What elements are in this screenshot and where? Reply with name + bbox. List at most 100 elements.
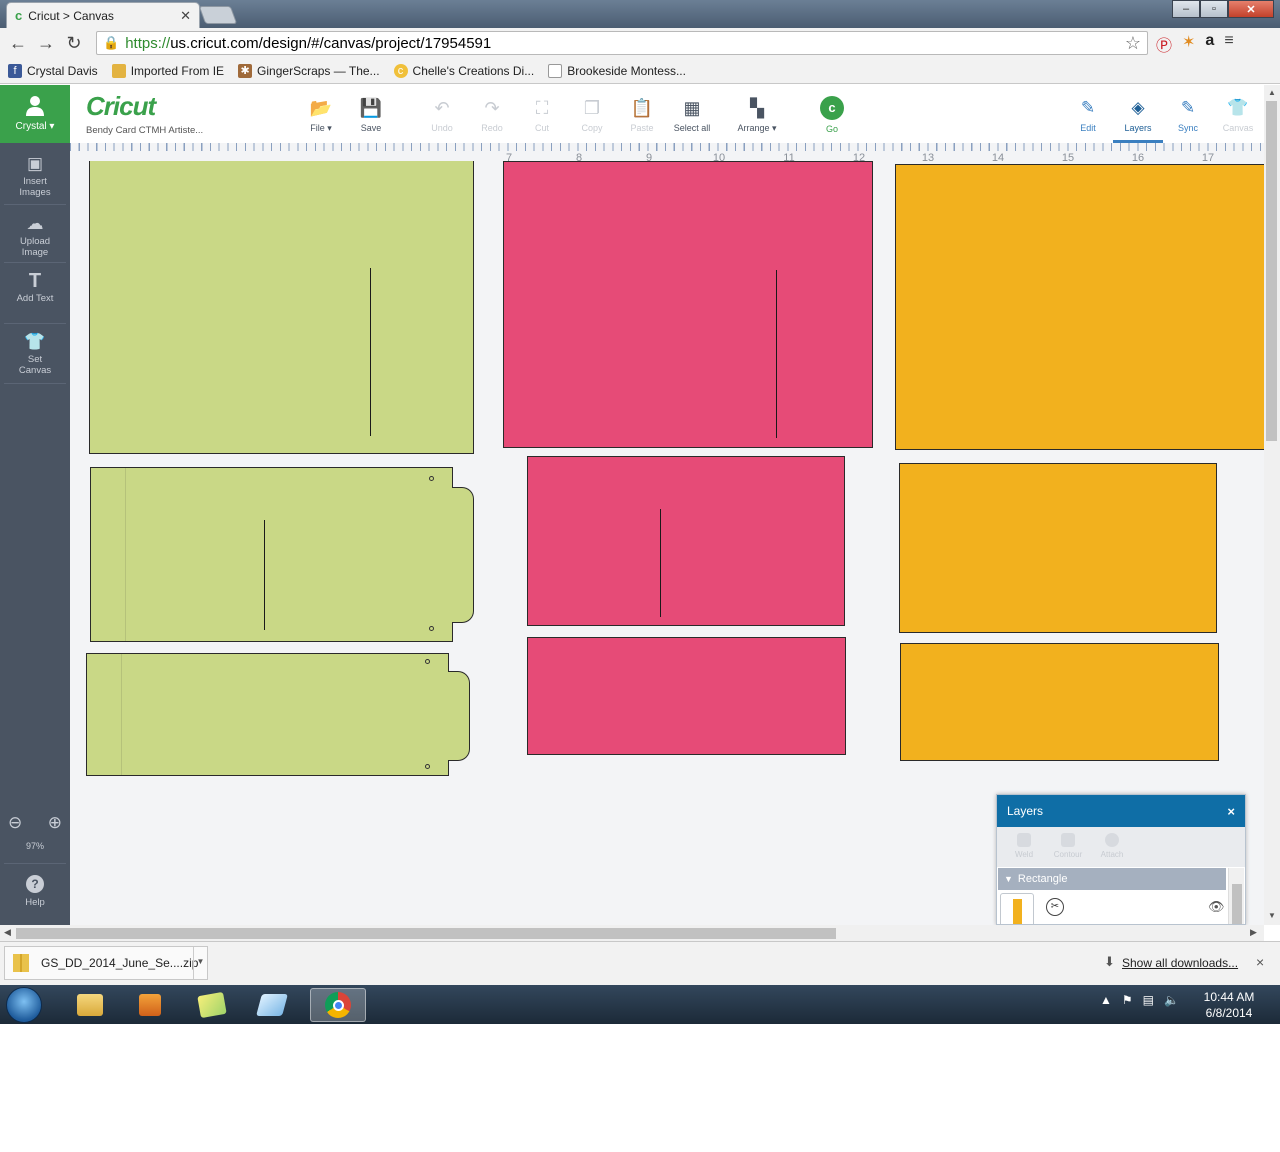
chrome-menu-icon[interactable]: ≡ bbox=[1224, 32, 1233, 56]
zoom-out-icon[interactable]: ⊖ bbox=[8, 813, 22, 833]
explorer-icon[interactable] bbox=[66, 988, 114, 1022]
forward-arrow-icon[interactable]: → bbox=[32, 33, 60, 54]
tool-label: Save bbox=[360, 123, 382, 133]
close-window-button[interactable]: ✕ bbox=[1228, 0, 1274, 18]
bookmark-brookeside[interactable]: Brookeside Montess... bbox=[548, 63, 686, 78]
orange-card-base[interactable] bbox=[895, 164, 1264, 450]
cut-icon[interactable]: ✂ bbox=[1046, 898, 1064, 916]
show-hidden-icons-icon[interactable]: ▲ bbox=[1100, 993, 1112, 1007]
tab-close-icon[interactable]: ✕ bbox=[180, 8, 191, 24]
horizontal-scrollbar[interactable]: ◀ ▶ bbox=[0, 925, 1264, 941]
bookmark-gingerscraps[interactable]: ✱ GingerScraps — The... bbox=[238, 63, 380, 78]
arrange-menu-button[interactable]: ▚ Arrange ▾ bbox=[732, 97, 782, 134]
bookmark-crystal-davis[interactable]: f Crystal Davis bbox=[8, 63, 98, 78]
save-button[interactable]: 💾 Save bbox=[346, 97, 396, 133]
chrome-icon[interactable] bbox=[310, 988, 366, 1022]
punch-hole bbox=[425, 764, 430, 769]
page-icon bbox=[548, 63, 563, 78]
user-menu[interactable]: Crystal ▾ bbox=[0, 85, 70, 143]
paste-button[interactable]: 📋 Paste bbox=[617, 97, 667, 133]
canvas-panel-button[interactable]: 👕 Canvas bbox=[1213, 97, 1263, 133]
contour-button[interactable]: Contour bbox=[1049, 827, 1087, 867]
zoom-in-icon[interactable]: ⊕ bbox=[48, 813, 62, 833]
layers-panel-header[interactable]: Layers × bbox=[997, 795, 1245, 827]
cut-button[interactable]: ⛶ Cut bbox=[517, 97, 567, 133]
bookmark-imported-from-ie[interactable]: Imported From IE bbox=[111, 63, 224, 78]
sticky-notes-icon[interactable] bbox=[188, 988, 236, 1022]
tab-title: Cricut > Canvas bbox=[28, 8, 114, 23]
sidebar-insert-images[interactable]: ▣ Insert Images bbox=[0, 155, 70, 199]
help-button[interactable]: ? Help bbox=[0, 875, 70, 908]
redo-button[interactable]: ↷ Redo bbox=[467, 97, 517, 133]
scrollbar-thumb[interactable] bbox=[16, 928, 836, 939]
download-options-icon[interactable]: ▼ bbox=[193, 947, 207, 979]
downloads-close-icon[interactable]: × bbox=[1256, 954, 1264, 970]
address-bar[interactable]: 🔒 https:// us.cricut.com/design/#/canvas… bbox=[96, 31, 1148, 55]
cricut-logo[interactable]: Cricut bbox=[86, 91, 156, 122]
green-panel-with-tab-1[interactable] bbox=[90, 467, 453, 642]
notepad-icon[interactable] bbox=[248, 988, 296, 1022]
pink-panel-1[interactable] bbox=[527, 456, 845, 626]
attach-button[interactable]: Attach bbox=[1093, 827, 1131, 867]
start-button[interactable] bbox=[6, 987, 42, 1023]
layer-row[interactable]: ✂ 👁 bbox=[998, 890, 1226, 924]
sync-panel-button[interactable]: ✎ Sync bbox=[1163, 97, 1213, 133]
eye-icon[interactable]: 👁 bbox=[1208, 899, 1225, 915]
orange-panel-1[interactable] bbox=[899, 463, 1217, 633]
layers-panel-button[interactable]: ◈ Layers bbox=[1113, 97, 1163, 143]
go-icon: c bbox=[820, 96, 844, 120]
help-icon: ? bbox=[26, 875, 44, 893]
show-all-downloads-link[interactable]: Show all downloads... bbox=[1122, 956, 1238, 970]
scroll-up-icon[interactable]: ▲ bbox=[1268, 88, 1276, 97]
scrollbar-thumb[interactable] bbox=[1266, 101, 1277, 441]
action-center-flag-icon[interactable]: ⚑ bbox=[1122, 993, 1133, 1007]
bookmark-star-icon[interactable]: ☆ bbox=[1125, 33, 1141, 54]
undo-button[interactable]: ↶ Undo bbox=[417, 97, 467, 133]
system-clock[interactable]: 10:44 AM 6/8/2014 bbox=[1196, 989, 1262, 1021]
green-panel-with-tab-2[interactable] bbox=[86, 653, 449, 776]
layers-close-icon[interactable]: × bbox=[1227, 804, 1235, 819]
media-player-icon[interactable] bbox=[126, 988, 174, 1022]
maximize-button[interactable]: ▫ bbox=[1200, 0, 1228, 18]
browser-tab-active[interactable]: c Cricut > Canvas ✕ bbox=[6, 2, 200, 28]
project-name[interactable]: Bendy Card CTMH Artiste... bbox=[86, 125, 203, 136]
gingerbread-icon: ✱ bbox=[238, 63, 253, 78]
layers-scrollbar[interactable] bbox=[1228, 868, 1244, 924]
action-label: Weld bbox=[1014, 850, 1034, 859]
weld-button[interactable]: Weld bbox=[1005, 827, 1043, 867]
reload-icon[interactable]: ↻ bbox=[60, 33, 88, 54]
group-collapse-icon[interactable]: ▼ bbox=[1004, 874, 1013, 884]
new-tab-button[interactable] bbox=[198, 6, 238, 24]
edit-panel-button[interactable]: ✎ Edit bbox=[1063, 97, 1113, 133]
pink-card-base[interactable] bbox=[503, 161, 873, 448]
network-icon[interactable]: ▤ bbox=[1143, 993, 1154, 1007]
sidebar-upload-image[interactable]: ☁ Upload Image bbox=[0, 215, 70, 259]
file-menu-button[interactable]: 📂 File ▾ bbox=[296, 97, 346, 134]
vertical-scrollbar[interactable]: ▲ ▼ bbox=[1264, 85, 1280, 925]
scrollbar-thumb[interactable] bbox=[1232, 884, 1242, 924]
sidebar-item-label: Add Text bbox=[16, 293, 54, 304]
go-button[interactable]: c Go bbox=[807, 96, 857, 134]
download-item[interactable]: GS_DD_2014_June_Se....zip ▼ bbox=[4, 946, 208, 980]
green-card-base[interactable] bbox=[89, 161, 474, 454]
back-arrow-icon[interactable]: ← bbox=[4, 33, 32, 54]
volume-icon[interactable]: 🔈 bbox=[1164, 993, 1179, 1007]
sidebar-set-canvas[interactable]: 👕 Set Canvas bbox=[0, 333, 70, 377]
scroll-down-icon[interactable]: ▼ bbox=[1268, 911, 1276, 920]
scroll-right-icon[interactable]: ▶ bbox=[1250, 927, 1257, 938]
extension-star-icon[interactable]: ✶ bbox=[1182, 32, 1195, 56]
pink-panel-2[interactable] bbox=[527, 637, 846, 755]
extension-icons: Ⓟ ✶ a ≡ bbox=[1156, 32, 1234, 56]
cricut-favicon-icon: c bbox=[15, 8, 23, 23]
amazon-icon[interactable]: a bbox=[1205, 32, 1214, 56]
bookmark-chelles-creations[interactable]: c Chelle's Creations Di... bbox=[393, 63, 534, 78]
orange-panel-2[interactable] bbox=[900, 643, 1219, 761]
green-panel-tab bbox=[448, 671, 470, 761]
layer-group-rectangle[interactable]: ▼ Rectangle bbox=[998, 868, 1226, 890]
scroll-left-icon[interactable]: ◀ bbox=[4, 927, 11, 938]
select-all-button[interactable]: ▦ Select all bbox=[667, 97, 717, 133]
copy-button[interactable]: ❐ Copy bbox=[567, 97, 617, 133]
pinterest-icon[interactable]: Ⓟ bbox=[1156, 32, 1172, 56]
minimize-button[interactable]: – bbox=[1172, 0, 1200, 18]
sidebar-add-text[interactable]: T Add Text bbox=[0, 271, 70, 304]
